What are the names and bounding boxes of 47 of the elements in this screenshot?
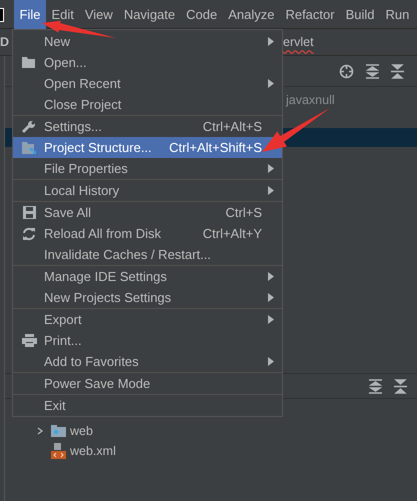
menu-item[interactable]: Reload All from Disk Ctrl+Alt+Y — [13, 223, 282, 244]
chevron-right-icon[interactable] — [36, 427, 44, 435]
folder-icon — [22, 57, 36, 68]
menu-item[interactable]: Export — [13, 309, 282, 330]
menu-item[interactable]: New Projects Settings — [13, 287, 282, 308]
menu-item[interactable]: Add to Favorites — [13, 351, 282, 372]
menu-item[interactable]: Invalidate Caches / Restart... — [13, 244, 282, 265]
menu-bar-item[interactable]: Build — [340, 0, 380, 29]
menu-item[interactable]: Project Structure... Ctrl+Alt+Shift+S — [13, 137, 282, 158]
menu-item[interactable]: Open Recent — [13, 73, 282, 94]
collapse-all-icon[interactable] — [391, 64, 404, 78]
app-icon — [0, 8, 4, 22]
menu-item[interactable]: Save All Ctrl+S — [13, 202, 282, 223]
menu-item[interactable]: Print... — [13, 330, 282, 351]
menu-item[interactable]: Open... — [13, 52, 282, 73]
xml-file-icon — [51, 443, 66, 459]
locate-icon[interactable] — [339, 64, 354, 78]
menu-bar-item[interactable]: Code — [180, 0, 223, 29]
menu-item[interactable]: File Properties — [13, 158, 282, 179]
tree-item[interactable]: web — [70, 424, 93, 438]
menu-item[interactable]: Close Project — [13, 94, 282, 115]
project-structure-icon — [22, 142, 36, 154]
menu-item[interactable]: New — [13, 31, 282, 52]
tree-item[interactable]: web.xml — [70, 444, 116, 458]
menu-bar-item[interactable]: Analyze — [222, 0, 280, 29]
menu-bar-item[interactable]: Run — [380, 0, 415, 29]
menu-item[interactable]: Exit — [13, 395, 282, 416]
expand-all-icon[interactable] — [369, 378, 382, 394]
tab[interactable]: ervlet — [283, 35, 314, 49]
printer-icon — [22, 334, 36, 347]
annotation-arrow — [262, 108, 330, 152]
menu-bar-item[interactable]: Edit — [46, 0, 80, 29]
menu-bar-item[interactable]: View — [79, 0, 118, 29]
menu-item[interactable]: Manage IDE Settings — [13, 266, 282, 287]
expand-all-icon[interactable] — [366, 64, 379, 78]
structure-text: javaxnull — [286, 93, 335, 107]
web-folder-icon — [51, 425, 66, 437]
menu-item[interactable]: Settings... Ctrl+Alt+S — [13, 116, 282, 137]
menu-bar-item[interactable]: Refactor — [280, 0, 340, 29]
collapse-all-icon[interactable] — [394, 378, 407, 394]
wrench-icon — [22, 120, 36, 134]
tab[interactable]: D — [0, 35, 10, 49]
menu-bar-item[interactable]: File — [14, 0, 46, 29]
menu-item[interactable]: Local History — [13, 180, 282, 201]
reload-icon — [22, 226, 36, 240]
menu-item[interactable]: Power Save Mode — [13, 373, 282, 394]
menu-bar-item[interactable]: Navigate — [118, 0, 181, 29]
